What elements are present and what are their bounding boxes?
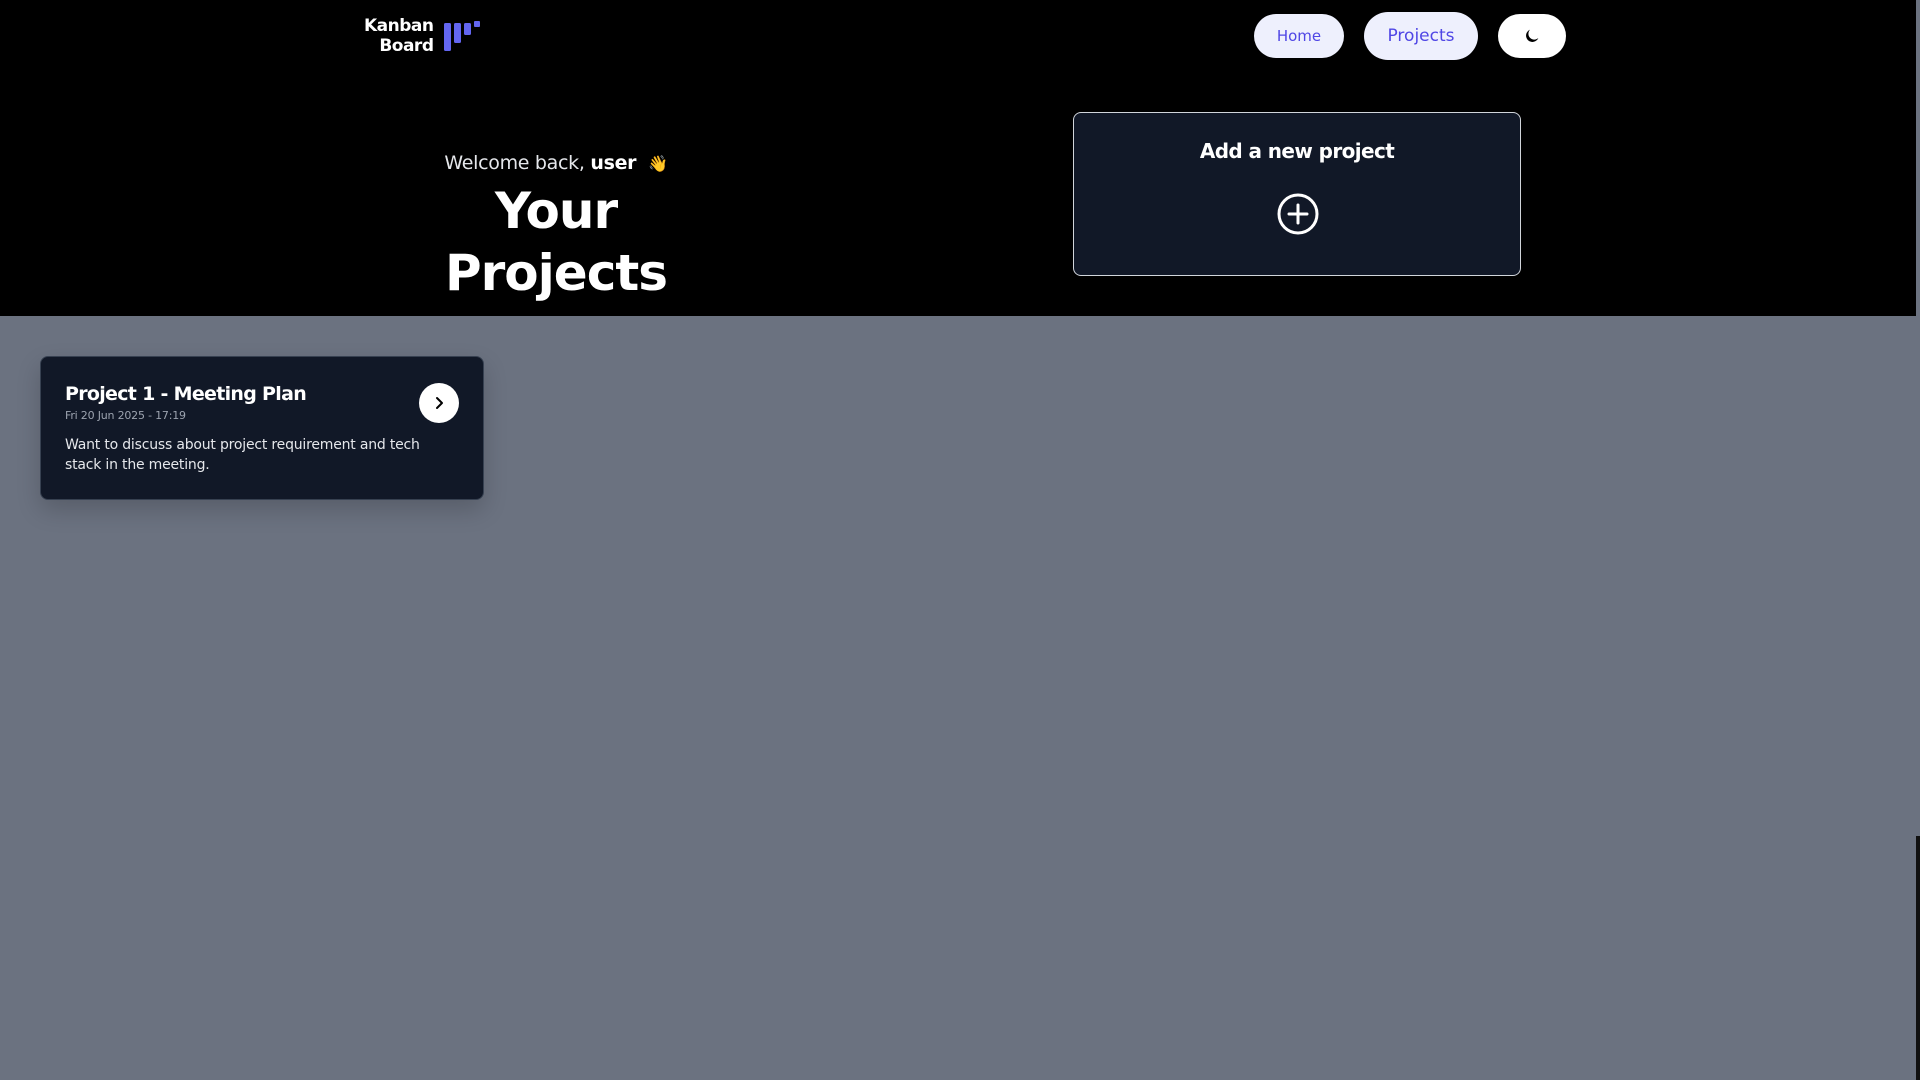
kanban-logo-icon (443, 21, 480, 51)
add-project-label: Add a new project (1199, 139, 1395, 163)
moon-icon (1526, 29, 1539, 42)
logo-line-2: Board (379, 36, 434, 56)
logo-text: Kanban Board (364, 16, 434, 56)
welcome-prefix: Welcome back, (444, 152, 585, 174)
add-project-card[interactable]: Add a new project (1073, 112, 1521, 276)
chevron-right-icon (436, 397, 443, 409)
open-project-button[interactable] (419, 383, 459, 423)
theme-toggle-button[interactable] (1498, 14, 1566, 58)
wave-icon: 👋 (648, 154, 668, 173)
user-name: user (590, 152, 637, 174)
plus-circle-icon[interactable] (1277, 193, 1319, 235)
scrollbar-thumb[interactable] (1916, 836, 1920, 1080)
project-title: Project 1 - Meeting Plan (65, 383, 307, 405)
nav-projects-button[interactable]: Projects (1364, 12, 1478, 60)
project-description: Want to discuss about project requiremen… (65, 437, 420, 473)
project-date: Fri 20 Jun 2025 - 17:19 (65, 409, 186, 422)
welcome-message: Welcome back, user 👋 (394, 152, 718, 174)
hero-section: Kanban Board Home Projects Welcome back,… (0, 0, 1916, 316)
nav-home-button[interactable]: Home (1254, 14, 1344, 58)
logo-line-1: Kanban (364, 16, 434, 36)
app-logo[interactable]: Kanban Board (364, 16, 480, 56)
page-title: Your Projects (444, 182, 668, 302)
project-card[interactable]: Project 1 - Meeting Plan Fri 20 Jun 2025… (40, 356, 484, 500)
